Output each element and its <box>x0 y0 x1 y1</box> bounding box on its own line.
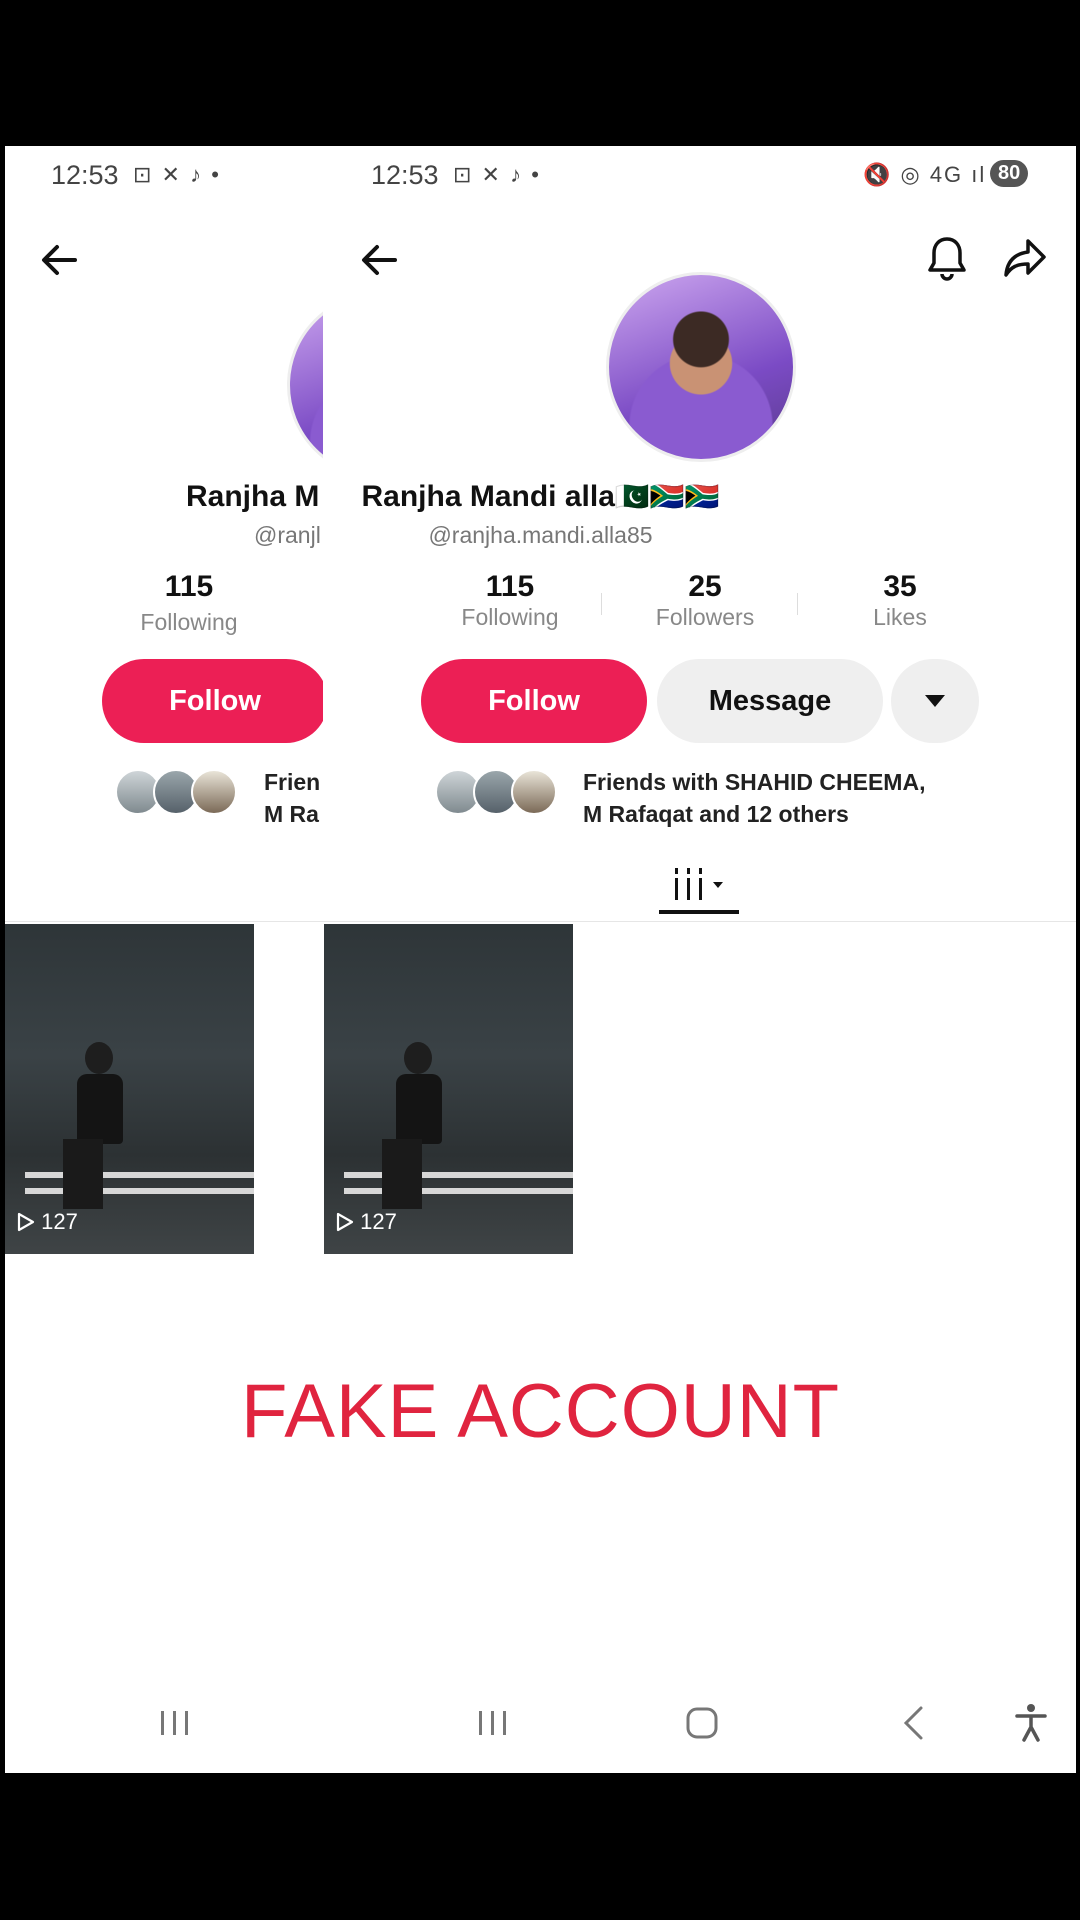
arrow-left-icon <box>42 245 77 275</box>
person-body <box>396 1074 442 1144</box>
stat-followers[interactable]: 25 Followers <box>635 570 775 631</box>
grid-tab-icon <box>675 868 723 900</box>
ghost-follow-button[interactable]: Follow <box>102 659 323 743</box>
ghost-friends-line1: Frien <box>264 769 321 795</box>
fake-account-overlay: FAKE ACCOUNT <box>5 1368 1076 1455</box>
accessibility-button[interactable] <box>1001 1696 1061 1750</box>
video-views: 127 <box>336 1209 397 1235</box>
friend-avatar <box>191 769 237 815</box>
fence-rail <box>344 1188 573 1194</box>
home-icon <box>686 1707 718 1739</box>
ghost-back-button[interactable] <box>29 230 89 290</box>
profile-handle: @ranjha.mandi.alla85 <box>428 522 653 548</box>
profile-name: Ranjha Mandi alla <box>361 480 615 513</box>
ghost-following-count: 115 <box>164 570 214 603</box>
friend-avatars <box>435 769 575 819</box>
ghost-friends-text: Frien M Ra <box>264 766 320 826</box>
video-views-count: 127 <box>360 1209 397 1234</box>
ghost-following-label: Following <box>140 609 238 635</box>
follow-button[interactable]: Follow <box>421 659 647 743</box>
friends-line2: M Rafaqat and 12 others <box>583 801 849 827</box>
likes-count: 35 <box>883 570 917 603</box>
video-thumbnail[interactable]: 127 <box>324 924 573 1254</box>
following-count: 115 <box>485 570 535 603</box>
recents-icon <box>161 1711 188 1735</box>
recents-icon <box>479 1711 506 1735</box>
ghost-friend-avatars <box>115 769 255 819</box>
status-time: 12:53 <box>371 160 439 190</box>
nav-recents-ghost[interactable] <box>145 1698 205 1748</box>
tab-active-indicator <box>659 910 739 914</box>
person-head <box>404 1042 432 1074</box>
tab-videos[interactable] <box>659 858 739 910</box>
likes-label: Likes <box>873 604 927 630</box>
fence-rail <box>25 1172 254 1178</box>
person-legs <box>63 1139 103 1209</box>
person-legs <box>382 1139 422 1209</box>
ghost-avatar <box>287 292 323 478</box>
share-button[interactable] <box>995 228 1055 288</box>
fence-rail <box>25 1188 254 1194</box>
chevron-left-icon <box>903 1706 923 1740</box>
stat-following[interactable]: 115 Following <box>440 570 580 631</box>
friends-line1: Friends with SHAHID CHEEMA, <box>583 769 926 795</box>
status-right-icons: 🔇 ◎ 4G ıl <box>863 162 987 187</box>
battery-indicator: 80 <box>990 160 1029 187</box>
profile-name-row: Ranjha Mandi alla🇵🇰🇿🇦🇿🇦 <box>5 480 1076 514</box>
profile-avatar[interactable] <box>606 272 796 462</box>
play-icon <box>336 1212 354 1232</box>
screen: 12:53 ⊡ ✕ ♪ • 12:53 ⊡ ✕ ♪ • 🔇 ◎ 4G ıl 80… <box>5 146 1076 1773</box>
nav-home-button[interactable] <box>672 1698 732 1748</box>
caret-down-icon <box>925 695 945 707</box>
followers-label: Followers <box>655 604 755 630</box>
video-views: 127 <box>17 1209 78 1235</box>
nav-back-button[interactable] <box>883 1698 943 1748</box>
accessibility-icon <box>1015 1704 1047 1742</box>
status-left-icons: ⊡ ✕ ♪ • <box>453 162 541 187</box>
message-button[interactable]: Message <box>657 659 883 743</box>
profile-flags: 🇵🇰🇿🇦🇿🇦 <box>614 481 720 512</box>
stat-likes[interactable]: 35 Likes <box>830 570 970 631</box>
tab-divider <box>5 921 1076 922</box>
person-head <box>85 1042 113 1074</box>
play-icon <box>17 1212 35 1232</box>
mutual-friends[interactable]: Friends with SHAHID CHEEMA, M Rafaqat an… <box>583 766 925 830</box>
fence-rail <box>344 1172 573 1178</box>
more-dropdown-button[interactable] <box>891 659 979 743</box>
fake-account-text: FAKE ACCOUNT <box>241 1369 840 1454</box>
arrow-left-icon <box>362 245 397 275</box>
person-body <box>77 1074 123 1144</box>
share-icon <box>1004 239 1046 277</box>
back-button[interactable] <box>349 230 409 290</box>
profile-handle-row: @ranjha.mandi.alla85 <box>5 522 1076 549</box>
friend-avatar <box>511 769 557 815</box>
nav-recents-button[interactable] <box>463 1698 523 1748</box>
video-views-count: 127 <box>41 1209 78 1234</box>
ghost-friends-line2: M Ra <box>264 801 319 826</box>
bell-icon <box>928 237 966 281</box>
video-thumbnail[interactable]: 127 <box>5 924 254 1254</box>
stat-divider <box>797 593 798 615</box>
notifications-button[interactable] <box>917 228 977 288</box>
following-label: Following <box>461 604 559 630</box>
followers-count: 25 <box>688 570 722 603</box>
stat-divider <box>601 593 602 615</box>
